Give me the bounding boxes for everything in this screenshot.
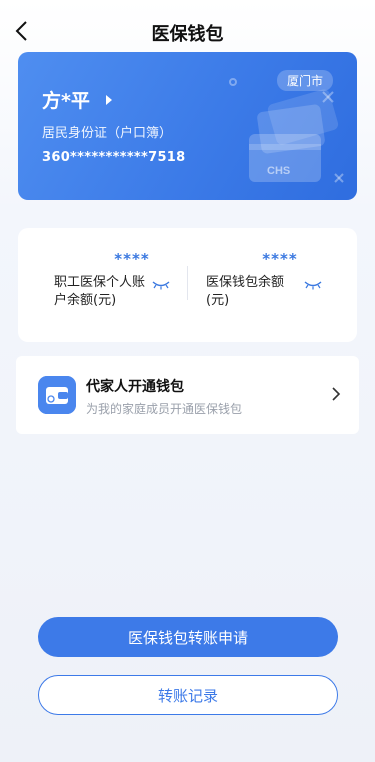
eye-closed-icon[interactable] — [304, 280, 322, 290]
wallet-balance: **** 医保钱包余额(元) — [206, 250, 336, 310]
chs-card-icon: CHS — [229, 78, 344, 183]
family-wallet-title: 代家人开通钱包 — [86, 379, 184, 395]
caret-right-icon — [105, 94, 112, 105]
id-number: 360***********7518 — [42, 150, 186, 165]
employee-balance-value: **** — [114, 250, 150, 268]
employee-balance: **** 职工医保个人账户余额(元) — [54, 250, 186, 310]
balance-divider — [187, 266, 188, 300]
holder-name[interactable]: 方*平 — [42, 86, 112, 113]
chevron-right-icon — [332, 387, 341, 401]
transfer-apply-button[interactable]: 医保钱包转账申请 — [38, 617, 338, 657]
wallet-icon — [38, 376, 76, 414]
holder-name-text: 方*平 — [42, 90, 90, 112]
id-type: 居民身份证（户口簿） — [42, 126, 173, 141]
svg-text:CHS: CHS — [267, 165, 290, 177]
open-wallet-for-family-row[interactable]: 代家人开通钱包 为我的家庭成员开通医保钱包 — [16, 356, 359, 434]
city-badge: 厦门市 — [276, 70, 333, 91]
wallet-balance-label: 医保钱包余额(元) — [206, 275, 285, 308]
medical-insurance-card[interactable]: CHS 厦门市 方*平 居民身份证（户口簿） 360***********751… — [18, 52, 357, 200]
eye-closed-icon[interactable] — [152, 280, 170, 290]
page-title: 医保钱包 — [151, 24, 224, 45]
transfer-records-button[interactable]: 转账记录 — [38, 675, 338, 715]
employee-balance-label: 职工医保个人账户余额(元) — [54, 275, 146, 308]
family-wallet-subtitle: 为我的家庭成员开通医保钱包 — [86, 402, 243, 416]
wallet-balance-value: **** — [262, 250, 298, 268]
balance-panel: **** 职工医保个人账户余额(元) **** 医保钱包余额(元) — [18, 228, 357, 342]
